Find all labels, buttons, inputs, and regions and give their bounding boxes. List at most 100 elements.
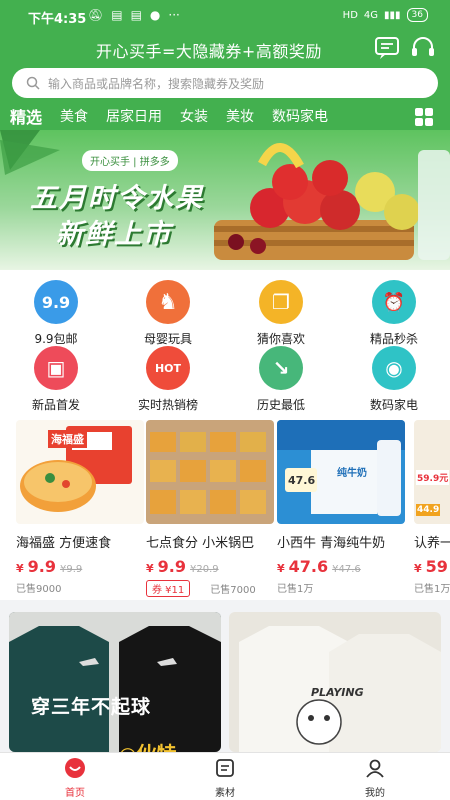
clock-icon: ⏰	[372, 280, 416, 324]
category-item-guess-you-like[interactable]: ❐ 猜你喜欢	[225, 272, 337, 346]
mute-icon: 🔕︎	[88, 8, 104, 22]
product-image: 海福盛	[16, 420, 144, 524]
product-price-row: ¥47.6 ¥47.6	[277, 557, 405, 576]
price-tag: 47.6	[288, 474, 316, 487]
category-tabs: 精选 美食 居家日用 女装 美妆 数码家电	[0, 103, 450, 129]
category-item-9-9[interactable]: 9.9 9.9包邮	[0, 272, 112, 346]
status-time: 下午4:35	[28, 12, 87, 27]
app-header: 下午4:35 🔕︎ ▤ ▤ ● ··· HD 4G ▮▮▮ 36 开心买手=大隐…	[0, 0, 450, 130]
product-price: 9.9	[27, 557, 56, 576]
signal-icon: ▮▮▮	[384, 9, 401, 21]
nav-materials[interactable]: 素材	[185, 757, 265, 799]
product-image: 59.9元 44.9	[414, 420, 450, 524]
product-price: 59	[425, 557, 448, 576]
coupon-badge: 券 ¥11	[146, 580, 191, 597]
product-title: 小西牛 青海纯牛奶	[277, 536, 386, 551]
message-icon[interactable]	[374, 36, 400, 60]
user-icon	[366, 759, 384, 778]
product-card[interactable]: 七点食分 小米锅巴 ¥9.9 ¥20.9 券 ¥11 已售7000	[146, 420, 274, 600]
tab-home-goods[interactable]: 居家日用	[106, 106, 162, 126]
nav-label: 素材	[215, 788, 235, 799]
category-label: 实时热销榜	[137, 398, 198, 412]
category-item-baby-toys[interactable]: ♞ 母婴玩具	[112, 272, 224, 346]
product-price: 9.9	[157, 557, 186, 576]
category-item-digital[interactable]: ◉ 数码家电	[338, 338, 450, 412]
tab-electronics[interactable]: 数码家电	[272, 106, 328, 126]
price-currency: ¥	[16, 562, 24, 575]
product-price-row: ¥9.9 ¥20.9	[146, 557, 274, 576]
category-item-flash-sale[interactable]: ⏰ 精品秒杀	[338, 272, 450, 346]
nav-profile[interactable]: 我的	[335, 757, 415, 799]
bottom-nav: 首页 素材 我的	[0, 752, 450, 800]
notification-icons: 🔕︎ ▤ ▤ ● ···	[88, 8, 180, 22]
hot-icon: HOT	[146, 346, 190, 390]
price-tag: 59.9元	[416, 470, 450, 485]
hd-icon: HD	[342, 9, 358, 21]
document-icon	[216, 759, 234, 777]
category-item-new-arrivals[interactable]: ▣ 新品首发	[0, 338, 112, 412]
product-card[interactable]: 海福盛 海福盛 方便速食 ¥9.9 ¥9.9 已售9000	[16, 420, 144, 600]
tshirt-illustration	[9, 612, 221, 752]
nav-home[interactable]: 首页	[35, 757, 115, 799]
snack-packs-illustration	[150, 432, 266, 514]
promo-banner[interactable]: 开心买手 | 拼多多 五月时令水果 新鲜上市	[0, 130, 450, 270]
bag-icon: ▣	[34, 346, 78, 390]
search-icon	[26, 76, 40, 90]
category-item-lowest-price[interactable]: ↘ 历史最低	[225, 338, 337, 412]
chat-icon: ▤	[111, 8, 123, 22]
feed-card[interactable]: PLAYING	[229, 612, 441, 752]
rocking-horse-icon: ♞	[146, 280, 190, 324]
category-label: 历史最低	[256, 398, 305, 412]
sold-row: 券 ¥11 已售7000	[146, 580, 274, 597]
price-currency: ¥	[414, 562, 422, 575]
sold-count: 已售1万	[414, 584, 450, 595]
battery-icon: 36	[406, 8, 428, 22]
shirt-print-text: PLAYING	[311, 686, 364, 699]
camera-icon: ◉	[372, 346, 416, 390]
nav-label: 我的	[365, 788, 385, 799]
sold-count: 已售7000	[210, 585, 256, 596]
price-currency: ¥	[277, 562, 285, 575]
category-grid: 9.9 9.9包邮 ♞ 母婴玩具 ❐ 猜你喜欢 ⏰ 精品秒杀 ▣ 新品首发 HO…	[0, 270, 450, 412]
drop-icon: ●	[149, 8, 161, 22]
banner-title: 五月时令水果	[30, 183, 204, 214]
nine-nine-icon: 9.9	[34, 280, 78, 324]
category-item-hot-sales[interactable]: HOT 实时热销榜	[112, 338, 224, 412]
product-title: 海福盛 方便速食	[16, 536, 112, 551]
grid-menu-icon[interactable]	[414, 107, 434, 127]
tab-womens-wear[interactable]: 女装	[180, 106, 208, 126]
product-card[interactable]: 59.9元 44.9 认养一头牛 ¥59 已售1万	[414, 420, 450, 600]
original-price: ¥20.9	[190, 564, 219, 575]
product-image: 纯牛奶 47.6	[277, 420, 405, 524]
product-brand-tag: 纯牛奶	[337, 468, 367, 479]
home-icon	[65, 758, 85, 778]
more-dots-icon: ···	[168, 8, 180, 22]
headset-icon[interactable]	[410, 36, 436, 60]
status-bar: 下午4:35 🔕︎ ▤ ▤ ● ··· HD 4G ▮▮▮ 36	[0, 0, 450, 32]
search-input[interactable]: 输入商品或品牌名称，搜索隐藏券及奖励	[12, 68, 438, 98]
sold-count: 已售9000	[16, 584, 62, 595]
sold-count: 已售1万	[277, 584, 314, 595]
product-price: 47.6	[288, 557, 329, 576]
category-label: 数码家电	[369, 398, 418, 412]
price-tag: 44.9	[416, 504, 441, 516]
header-slogan: 开心买手=大隐藏券+高额奖励	[96, 42, 322, 61]
feed-card[interactable]: 穿三年不起球 ◎伙特	[9, 612, 221, 752]
product-image	[146, 420, 274, 524]
feed-card-brand: ◎伙特	[119, 738, 176, 752]
product-carousel: 海福盛 海福盛 方便速食 ¥9.9 ¥9.9 已售9000 七点食分 小米锅巴 …	[0, 412, 450, 600]
product-title: 认养一头牛	[414, 536, 450, 551]
tab-beauty[interactable]: 美妆	[226, 106, 254, 126]
status-right: HD 4G ▮▮▮ 36	[343, 8, 428, 22]
product-title: 七点食分 小米锅巴	[146, 536, 255, 551]
tab-food[interactable]: 美食	[60, 106, 88, 126]
product-brand-tag: 海福盛	[48, 430, 87, 448]
product-card[interactable]: 纯牛奶 47.6 小西牛 青海纯牛奶 ¥47.6 ¥47.6 已售1万	[277, 420, 405, 600]
product-price-row: ¥9.9 ¥9.9	[16, 557, 144, 576]
search-placeholder: 输入商品或品牌名称，搜索隐藏券及奖励	[48, 76, 265, 91]
original-price: ¥9.9	[60, 564, 83, 575]
category-label: 新品首发	[31, 398, 80, 412]
tab-featured[interactable]: 精选	[10, 104, 42, 128]
price-currency: ¥	[146, 562, 154, 575]
product-price-row: ¥59	[414, 557, 450, 576]
